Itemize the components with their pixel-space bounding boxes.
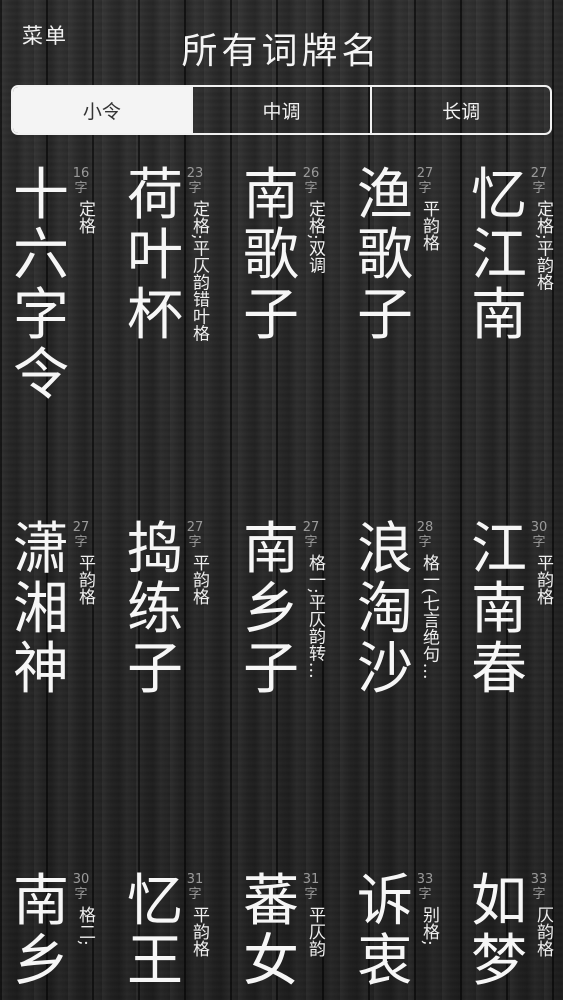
poem-name: 南乡: [13, 869, 69, 994]
poem-name: 蕃女: [243, 869, 299, 994]
poem-card[interactable]: 诉衷 33 字 别格;: [354, 872, 464, 1000]
poem-card[interactable]: 荷叶杯 23 字 定格;平仄韵错叶格: [124, 166, 234, 496]
char-count: 16: [72, 166, 90, 181]
poem-name: 渔歌子: [357, 163, 413, 348]
poem-card[interactable]: 忆王 31 字 平韵格: [124, 872, 234, 1000]
char-unit: 字: [532, 535, 546, 550]
char-count: 27: [416, 166, 434, 181]
poem-name: 忆王: [127, 869, 183, 994]
char-unit: 字: [304, 535, 318, 550]
char-count: 31: [302, 872, 320, 887]
char-unit: 字: [188, 181, 202, 196]
poem-card[interactable]: 南乡子 27 字 格一;平仄韵转…: [240, 520, 350, 850]
poem-format: 平韵格: [189, 554, 209, 605]
char-unit: 字: [74, 887, 88, 902]
char-unit: 字: [532, 887, 546, 902]
char-unit: 字: [304, 887, 318, 902]
char-unit: 字: [304, 181, 318, 196]
poem-format: 格二;: [75, 906, 95, 946]
char-count: 30: [530, 520, 548, 535]
poem-card[interactable]: 捣练子 27 字 平韵格: [124, 520, 234, 850]
char-count: 28: [416, 520, 434, 535]
poem-card[interactable]: 如梦 33 字 仄韵格: [468, 872, 563, 1000]
poem-card[interactable]: 十六字令 16 字 定格: [10, 166, 120, 496]
poem-card[interactable]: 南歌子 26 字 定格;双调: [240, 166, 350, 496]
char-unit: 字: [188, 535, 202, 550]
char-unit: 字: [74, 535, 88, 550]
poem-name: 诉衷: [357, 869, 413, 994]
poem-card[interactable]: 潇湘神 27 字 平韵格: [10, 520, 120, 850]
poem-name: 十六字令: [13, 163, 69, 408]
char-unit: 字: [418, 181, 432, 196]
poem-card[interactable]: 浪淘沙 28 字 格一(七言绝句…: [354, 520, 464, 850]
poem-format: 定格: [75, 200, 95, 234]
char-count: 26: [302, 166, 320, 181]
poem-name: 南歌子: [243, 163, 299, 348]
char-count: 27: [72, 520, 90, 535]
poem-card[interactable]: 江南春 30 字 平韵格: [468, 520, 563, 850]
poem-name: 荷叶杯: [127, 163, 183, 348]
poem-card[interactable]: 蕃女 31 字 平仄韵: [240, 872, 350, 1000]
poem-format: 平韵格: [75, 554, 95, 605]
char-unit: 字: [418, 887, 432, 902]
poem-name: 潇湘神: [13, 517, 69, 702]
poem-format: 平韵格: [533, 554, 553, 605]
char-count: 27: [302, 520, 320, 535]
poem-name: 浪淘沙: [357, 517, 413, 702]
poem-name: 江南春: [471, 517, 527, 702]
char-unit: 字: [532, 181, 546, 196]
poem-format: 定格;平韵格: [533, 200, 553, 291]
poem-format: 格一;平仄韵转…: [305, 554, 325, 679]
poem-format: 平韵格: [189, 906, 209, 957]
char-count: 30: [72, 872, 90, 887]
char-count: 33: [416, 872, 434, 887]
poem-name: 南乡子: [243, 517, 299, 702]
poem-format: 平仄韵: [305, 906, 325, 957]
poem-name: 捣练子: [127, 517, 183, 702]
poem-name: 忆江南: [471, 163, 527, 348]
char-unit: 字: [74, 181, 88, 196]
poem-grid: 十六字令 16 字 定格 荷叶杯 23 字 定格;平仄韵错叶格 南歌子 26 字…: [0, 0, 563, 1000]
poem-format: 平韵格: [419, 200, 439, 251]
char-unit: 字: [418, 535, 432, 550]
poem-format: 别格;: [419, 906, 439, 946]
poem-name: 如梦: [471, 869, 527, 994]
poem-card[interactable]: 忆江南 27 字 定格;平韵格: [468, 166, 563, 496]
poem-card[interactable]: 南乡 30 字 格二;: [10, 872, 120, 1000]
poem-format: 仄韵格: [533, 906, 553, 957]
char-count: 23: [186, 166, 204, 181]
poem-format: 定格;平仄韵错叶格: [189, 200, 209, 342]
poem-format: 格一(七言绝句…: [419, 554, 439, 680]
poem-card[interactable]: 渔歌子 27 字 平韵格: [354, 166, 464, 496]
char-count: 33: [530, 872, 548, 887]
char-count: 31: [186, 872, 204, 887]
char-unit: 字: [188, 887, 202, 902]
poem-format: 定格;双调: [305, 200, 325, 274]
char-count: 27: [530, 166, 548, 181]
char-count: 27: [186, 520, 204, 535]
